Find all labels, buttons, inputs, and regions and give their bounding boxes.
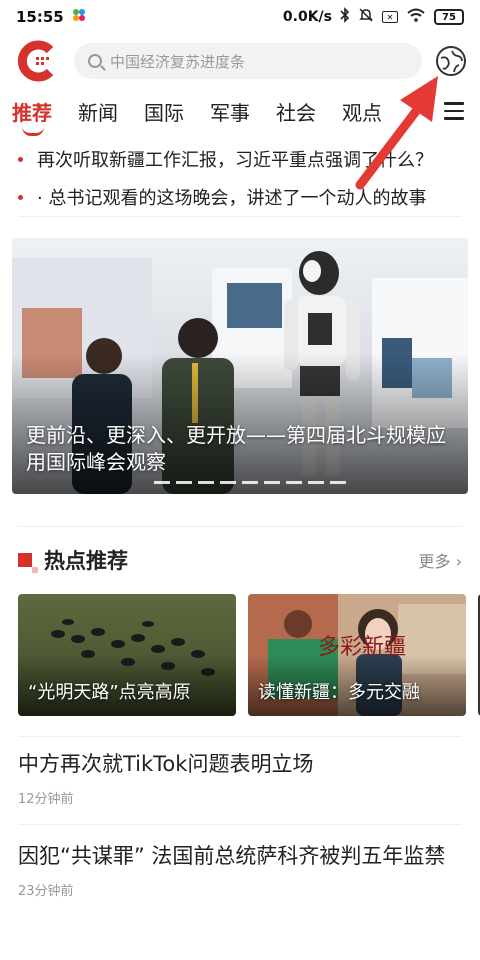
search-icon xyxy=(88,54,102,68)
bluetooth-icon xyxy=(340,7,350,27)
status-time: 15:55 xyxy=(16,8,64,26)
hot-section-header: 热点推荐 更多 › xyxy=(0,540,480,580)
more-link[interactable]: 更多 › xyxy=(419,548,463,572)
app-notification-icon xyxy=(72,8,86,26)
divider xyxy=(18,736,462,737)
tab-news[interactable]: 新闻 xyxy=(78,97,118,126)
app-logo[interactable] xyxy=(16,40,58,82)
annotation-arrow-icon xyxy=(355,76,438,190)
divider xyxy=(18,216,462,217)
bullet-dot xyxy=(18,194,23,200)
card-title: 读懂新疆：多元交融 xyxy=(258,682,420,703)
news-item[interactable]: 中方再次就TikTok问题表明立场 12分钟前 xyxy=(18,750,462,807)
tab-recommend[interactable]: 推荐 xyxy=(12,97,52,136)
hot-card[interactable]: 多彩新疆 读懂新疆：多元交融 xyxy=(248,594,466,716)
status-bar: 15:55 0.0K/s ✕ 75 xyxy=(0,0,480,34)
network-speed: 0.0K/s xyxy=(282,9,332,25)
mute-bell-icon xyxy=(358,7,374,27)
search-placeholder: 中国经济复苏进度条 xyxy=(110,52,246,71)
hot-card[interactable]: “光明天路”点亮高原 xyxy=(18,594,236,716)
divider xyxy=(18,824,462,825)
wifi-icon xyxy=(406,8,426,26)
hot-cards: “光明天路”点亮高原 多彩新疆 读懂新疆：多元交融 xyxy=(18,594,480,718)
tab-military[interactable]: 军事 xyxy=(210,97,250,126)
news-title: 中方再次就TikTok问题表明立场 xyxy=(18,752,314,776)
hero-caption: 更前沿、更深入、更开放——第四届北斗规模应用国际峰会观察 xyxy=(26,423,446,474)
more-label: 更多 xyxy=(418,552,451,571)
section-title: 热点推荐 xyxy=(44,549,128,573)
news-item[interactable]: 因犯“共谋罪” 法国前总统萨科齐被判五年监禁 23分钟前 xyxy=(18,842,462,899)
tab-international[interactable]: 国际 xyxy=(144,97,184,126)
battery-indicator: 75 xyxy=(434,9,464,25)
bullet-dot xyxy=(18,156,23,162)
tab-society[interactable]: 社会 xyxy=(276,97,316,126)
divider xyxy=(18,526,462,527)
news-title: 因犯“共谋罪” 法国前总统萨科齐被判五年监禁 xyxy=(18,844,446,868)
card-title: “光明天路”点亮高原 xyxy=(28,682,191,703)
sim-off-icon: ✕ xyxy=(382,11,398,23)
news-time: 23分钟前 xyxy=(18,884,74,899)
news-time: 12分钟前 xyxy=(18,792,74,807)
hero-banner[interactable]: 更前沿、更深入、更开放——第四届北斗规模应用国际峰会观察 xyxy=(12,238,468,494)
carousel-indicator xyxy=(154,481,346,484)
section-mark-icon xyxy=(18,553,38,573)
